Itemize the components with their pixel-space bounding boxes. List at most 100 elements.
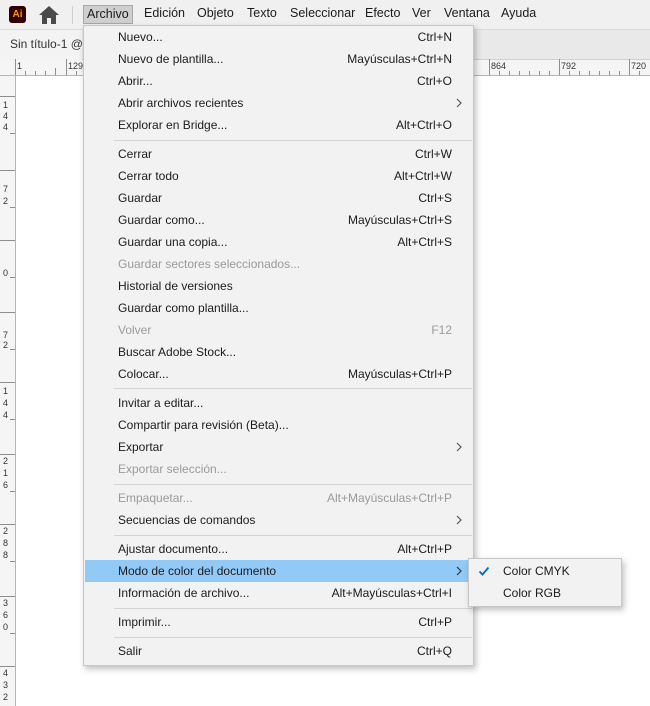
- menu-item-label: Nuevo de plantilla...: [118, 52, 224, 66]
- menu-ver[interactable]: Ver: [409, 5, 434, 24]
- menu-objeto[interactable]: Objeto: [194, 5, 237, 24]
- ruler-tick: [15, 59, 16, 75]
- menu-item-exportar[interactable]: Exportar: [85, 436, 472, 458]
- ruler-tick: [0, 666, 15, 667]
- menu-item-guardar-como[interactable]: Guardar como... Mayúsculas+Ctrl+S: [85, 209, 472, 231]
- ruler-tick: [0, 596, 15, 597]
- ruler-tick: [559, 59, 560, 75]
- menu-item-cerrar[interactable]: Cerrar Ctrl+W: [85, 143, 472, 165]
- vertical-ruler[interactable]: 1 4 4 7 2 0 7 2 1 4 4 2 1 6 2 8 8 3 6 0 …: [0, 76, 16, 706]
- ruler-tick: [10, 207, 15, 208]
- menu-item-nuevo-de-plantilla[interactable]: Nuevo de plantilla... Mayúsculas+Ctrl+N: [85, 48, 472, 70]
- ruler-tick: [10, 277, 15, 278]
- menu-item-explorar-bridge[interactable]: Explorar en Bridge... Alt+Ctrl+O: [85, 114, 472, 136]
- menu-item-invitar-editar[interactable]: Invitar a editar...: [85, 392, 472, 414]
- ruler-tick: [489, 59, 490, 75]
- menu-item-label: Volver: [118, 323, 152, 337]
- ruler-tick: [519, 71, 520, 75]
- menu-item-abrir[interactable]: Abrir... Ctrl+O: [85, 70, 472, 92]
- ruler-tick: [609, 71, 610, 75]
- ruler-tick: [35, 71, 36, 75]
- ruler-label: 6: [2, 480, 8, 490]
- menu-ayuda[interactable]: Ayuda: [498, 5, 539, 24]
- ruler-label: 2: [2, 456, 8, 466]
- ruler-tick: [0, 524, 15, 525]
- menu-divider: [114, 637, 472, 638]
- ruler-label: 1: [17, 61, 23, 71]
- menu-item-shortcut: Ctrl+W: [415, 147, 452, 161]
- menu-item-compartir-revision[interactable]: Compartir para revisión (Beta)...: [85, 414, 472, 436]
- menu-item-ajustar-documento[interactable]: Ajustar documento... Alt+Ctrl+P: [85, 538, 472, 560]
- ruler-label: 7: [2, 330, 8, 340]
- menu-item-informacion-archivo[interactable]: Información de archivo... Alt+Mayúsculas…: [85, 582, 472, 604]
- ruler-tick: [539, 71, 540, 75]
- menu-item-shortcut: Mayúsculas+Ctrl+N: [347, 52, 452, 66]
- menu-item-shortcut: Ctrl+P: [418, 615, 452, 629]
- ruler-label: 0: [2, 622, 8, 632]
- ruler-tick: [10, 349, 15, 350]
- menu-item-label: Modo de color del documento: [118, 564, 277, 578]
- menu-item-label: Guardar como...: [118, 213, 205, 227]
- menu-item-shortcut: F12: [431, 323, 452, 337]
- ruler-label: 4: [2, 410, 8, 420]
- menu-item-label: Guardar una copia...: [118, 235, 228, 249]
- menu-item-guardar-plantilla[interactable]: Guardar como plantilla...: [85, 297, 472, 319]
- menu-item-secuencias-comandos[interactable]: Secuencias de comandos: [85, 509, 472, 531]
- menu-item-shortcut: Ctrl+O: [416, 74, 452, 88]
- ruler-tick: [629, 59, 630, 75]
- menu-item-modo-color[interactable]: Modo de color del documento: [85, 560, 472, 582]
- menu-item-imprimir[interactable]: Imprimir... Ctrl+P: [85, 611, 472, 633]
- menu-efecto[interactable]: Efecto: [362, 5, 403, 24]
- menu-item-abrir-recientes[interactable]: Abrir archivos recientes: [85, 92, 472, 114]
- menu-edicion[interactable]: Edición: [141, 5, 188, 24]
- menu-item-label: Guardar sectores seleccionados...: [118, 257, 301, 271]
- ruler-label: 864: [491, 61, 507, 71]
- menu-archivo[interactable]: Archivo: [83, 5, 133, 24]
- document-tab[interactable]: Sin título-1 @: [0, 30, 82, 60]
- menu-divider: [114, 388, 472, 389]
- ruler-tick: [569, 71, 570, 75]
- menu-item-shortcut: Alt+Mayúsculas+Ctrl+P: [326, 491, 452, 505]
- menu-item-nuevo[interactable]: Nuevo... Ctrl+N: [85, 26, 472, 48]
- ruler-tick: [579, 71, 580, 75]
- ruler-tick: [499, 71, 500, 75]
- ruler-tick: [10, 561, 15, 562]
- menu-item-shortcut: Alt+Ctrl+P: [397, 542, 452, 556]
- ruler-tick: [0, 170, 15, 171]
- menu-texto[interactable]: Texto: [244, 5, 280, 24]
- ruler-tick: [10, 419, 15, 420]
- menu-item-guardar[interactable]: Guardar Ctrl+S: [85, 187, 472, 209]
- menu-item-guardar-copia[interactable]: Guardar una copia... Alt+Ctrl+S: [85, 231, 472, 253]
- ruler-label: 7: [2, 184, 8, 194]
- menu-item-label: Historial de versiones: [118, 279, 233, 293]
- menu-seleccionar[interactable]: Seleccionar: [287, 5, 358, 24]
- menu-item-exportar-seleccion: Exportar selección...: [85, 458, 472, 480]
- submenu-item-color-cmyk[interactable]: Color CMYK: [470, 560, 620, 582]
- menu-item-historial-versiones[interactable]: Historial de versiones: [85, 275, 472, 297]
- menu-item-cerrar-todo[interactable]: Cerrar todo Alt+Ctrl+W: [85, 165, 472, 187]
- menu-item-label: Exportar: [118, 440, 164, 454]
- menu-item-colocar[interactable]: Colocar... Mayúsculas+Ctrl+P: [85, 363, 472, 385]
- ruler-label: 129: [68, 61, 84, 71]
- ruler-tick: [76, 71, 77, 75]
- menu-item-shortcut: Alt+Ctrl+S: [397, 235, 452, 249]
- menu-item-buscar-stock[interactable]: Buscar Adobe Stock...: [85, 341, 472, 363]
- ruler-tick: [0, 96, 15, 97]
- menu-item-shortcut: Alt+Ctrl+O: [395, 118, 452, 132]
- menu-item-label: Guardar como plantilla...: [118, 301, 249, 315]
- ruler-label: 8: [2, 550, 8, 560]
- menu-item-label: Colocar...: [118, 367, 169, 381]
- menu-item-salir[interactable]: Salir Ctrl+Q: [85, 640, 472, 662]
- ruler-tick: [509, 71, 510, 75]
- menu-item-label: Información de archivo...: [118, 586, 250, 600]
- menu-divider: [114, 608, 472, 609]
- menu-ventana[interactable]: Ventana: [441, 5, 493, 24]
- menu-item-shortcut: Ctrl+Q: [416, 644, 452, 658]
- ruler-label: 720: [631, 61, 647, 71]
- submenu-item-color-rgb[interactable]: Color RGB: [470, 582, 620, 604]
- ruler-tick: [0, 240, 15, 241]
- menu-item-volver: Volver F12: [85, 319, 472, 341]
- ruler-tick: [25, 71, 26, 75]
- home-icon[interactable]: [38, 5, 60, 25]
- ruler-label: 3: [2, 598, 8, 608]
